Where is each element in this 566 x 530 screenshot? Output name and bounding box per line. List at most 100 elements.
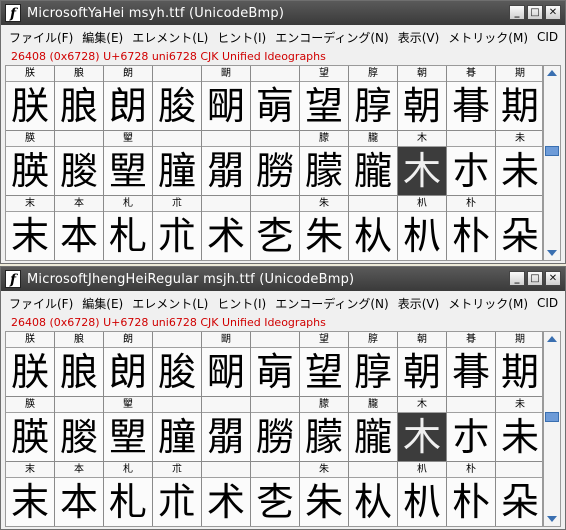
glyph-cell[interactable]: 朩 <box>447 131 496 196</box>
glyph-cell[interactable]: 朵 <box>496 196 542 260</box>
glyph-cell[interactable]: 朜朜 <box>349 332 398 397</box>
scroll-thumb[interactable] <box>545 412 559 422</box>
glyph-cell[interactable]: 朖朖 <box>55 66 104 131</box>
glyph-cell[interactable]: 朰 <box>251 196 300 260</box>
glyph-cell[interactable]: 朕朕 <box>6 332 55 397</box>
menu-encoding[interactable]: エンコーディング(N) <box>275 295 389 312</box>
glyph-cell[interactable]: 朢朢 <box>104 397 153 462</box>
glyph-cell[interactable]: 朧朧 <box>349 131 398 196</box>
vertical-scrollbar[interactable] <box>543 65 561 261</box>
menu-cid[interactable]: CID <box>537 296 558 310</box>
scroll-down-arrow-icon[interactable] <box>547 250 557 256</box>
glyph-cell[interactable]: 札札 <box>104 196 153 260</box>
menu-encoding[interactable]: エンコーディング(N) <box>275 29 389 46</box>
glyph-cell[interactable]: 朴朴 <box>447 462 496 526</box>
glyph-cell[interactable]: 朜朜 <box>349 66 398 131</box>
glyph-cell[interactable]: 朧朧 <box>349 397 398 462</box>
glyph-cell-selected[interactable]: 木木 <box>398 397 447 462</box>
glyph-cell[interactable]: 望望 <box>300 66 349 131</box>
glyph-cell[interactable]: 朙朙 <box>202 332 251 397</box>
glyph-cell[interactable]: 期期 <box>496 332 542 397</box>
glyph-cell[interactable]: 朤 <box>202 131 251 196</box>
menu-hints[interactable]: ヒント(I) <box>217 29 266 46</box>
glyph-cell[interactable]: 朖朖 <box>55 332 104 397</box>
glyph-cell[interactable]: 朗朗 <box>104 66 153 131</box>
glyph-cell[interactable]: 期期 <box>496 66 542 131</box>
glyph-cell[interactable]: 朴朴 <box>447 196 496 260</box>
glyph-cell[interactable]: 朚 <box>251 332 300 397</box>
menu-edit[interactable]: 編集(E) <box>82 295 123 312</box>
glyph-cell[interactable]: 朥 <box>251 397 300 462</box>
glyph-cell[interactable]: 本本 <box>55 196 104 260</box>
glyph-cell[interactable]: 朠朠 <box>6 397 55 462</box>
glyph-cell[interactable]: 朝朝 <box>398 332 447 397</box>
glyph-cell-selected[interactable]: 木木 <box>398 131 447 196</box>
glyph-cell[interactable]: 朗朗 <box>104 332 153 397</box>
glyph-cell[interactable]: 朮朮 <box>153 462 202 526</box>
glyph-cell[interactable]: 术 <box>202 196 251 260</box>
menu-view[interactable]: 表示(V) <box>398 29 440 46</box>
glyph-cell[interactable]: 朘 <box>153 66 202 131</box>
glyph-cell[interactable]: 朩 <box>447 397 496 462</box>
menu-hints[interactable]: ヒント(I) <box>217 295 266 312</box>
glyph-cell[interactable]: 朡 <box>55 397 104 462</box>
minimize-button[interactable]: _ <box>509 5 525 20</box>
glyph-cell[interactable]: 本本 <box>55 462 104 526</box>
menu-file[interactable]: ファイル(F) <box>9 29 73 46</box>
glyph-cell[interactable]: 朞朞 <box>447 332 496 397</box>
glyph-cell[interactable]: 朥 <box>251 131 300 196</box>
minimize-button[interactable]: _ <box>509 271 525 286</box>
menu-file[interactable]: ファイル(F) <box>9 295 73 312</box>
menu-element[interactable]: エレメント(L) <box>132 29 208 46</box>
glyph-cell[interactable]: 朮朮 <box>153 196 202 260</box>
glyph-cell[interactable]: 朣 <box>153 397 202 462</box>
glyph-cell[interactable]: 朦朦 <box>300 131 349 196</box>
glyph-cell[interactable]: 朞朞 <box>447 66 496 131</box>
glyph-cell[interactable]: 朤 <box>202 397 251 462</box>
close-button[interactable]: ✕ <box>545 271 561 286</box>
glyph-cell[interactable]: 未未 <box>496 397 542 462</box>
menu-metrics[interactable]: メトリック(M) <box>448 29 528 46</box>
menu-metrics[interactable]: メトリック(M) <box>448 295 528 312</box>
glyph-cell[interactable]: 朢朢 <box>104 131 153 196</box>
glyph-cell[interactable]: 朙朙 <box>202 66 251 131</box>
scroll-up-arrow-icon[interactable] <box>547 70 557 76</box>
title-bar[interactable]: f MicrosoftYaHei msyh.ttf (UnicodeBmp) _… <box>1 1 565 25</box>
glyph-cell[interactable]: 未未 <box>496 131 542 196</box>
scroll-thumb[interactable] <box>545 146 559 156</box>
glyph-cell[interactable]: 末末 <box>6 462 55 526</box>
glyph-cell[interactable]: 朘 <box>153 332 202 397</box>
fontforge-app-icon[interactable]: f <box>5 270 21 288</box>
scroll-up-arrow-icon[interactable] <box>547 336 557 342</box>
glyph-cell[interactable]: 朦朦 <box>300 397 349 462</box>
glyph-cell[interactable]: 朣 <box>153 131 202 196</box>
glyph-cell[interactable]: 望望 <box>300 332 349 397</box>
menu-element[interactable]: エレメント(L) <box>132 295 208 312</box>
title-bar[interactable]: f MicrosoftJhengHeiRegular msjh.ttf (Uni… <box>1 267 565 291</box>
glyph-cell[interactable]: 朲 <box>349 462 398 526</box>
maximize-button[interactable]: □ <box>527 5 543 20</box>
glyph-cell[interactable]: 朠朠 <box>6 131 55 196</box>
glyph-cell[interactable]: 朝朝 <box>398 66 447 131</box>
glyph-cell[interactable]: 朚 <box>251 66 300 131</box>
glyph-cell[interactable]: 朳朳 <box>398 196 447 260</box>
glyph-cell[interactable]: 朰 <box>251 462 300 526</box>
glyph-cell[interactable]: 朳朳 <box>398 462 447 526</box>
glyph-cell[interactable]: 朱朱 <box>300 196 349 260</box>
scroll-down-arrow-icon[interactable] <box>547 516 557 522</box>
glyph-cell[interactable]: 术 <box>202 462 251 526</box>
fontforge-app-icon[interactable]: f <box>5 4 21 22</box>
glyph-cell[interactable]: 札札 <box>104 462 153 526</box>
glyph-cell[interactable]: 朱朱 <box>300 462 349 526</box>
close-button[interactable]: ✕ <box>545 5 561 20</box>
glyph-cell[interactable]: 朵 <box>496 462 542 526</box>
menu-edit[interactable]: 編集(E) <box>82 29 123 46</box>
maximize-button[interactable]: □ <box>527 271 543 286</box>
vertical-scrollbar[interactable] <box>543 331 561 527</box>
glyph-cell[interactable]: 朡 <box>55 131 104 196</box>
glyph-cell[interactable]: 末末 <box>6 196 55 260</box>
menu-view[interactable]: 表示(V) <box>398 295 440 312</box>
glyph-cell[interactable]: 朕朕 <box>6 66 55 131</box>
glyph-cell[interactable]: 朲 <box>349 196 398 260</box>
menu-cid[interactable]: CID <box>537 30 558 44</box>
